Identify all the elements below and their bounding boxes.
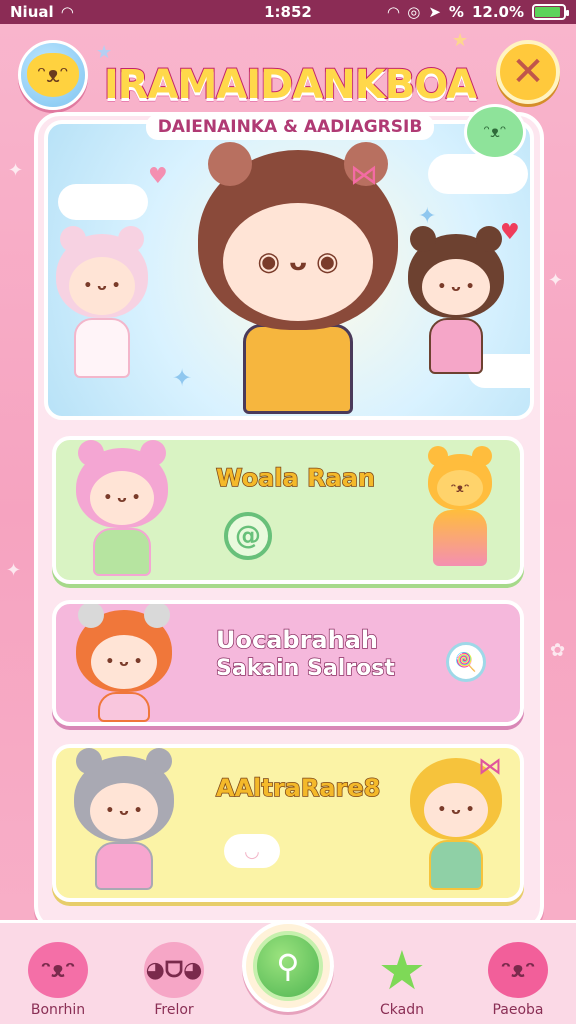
heart-icon: ♥ (148, 164, 168, 189)
bow-icon: ⋈ (478, 752, 502, 780)
status-right: ◠ ◎ ➤ % 12.0% (387, 3, 569, 21)
bottom-nav: ᵔᴥᵔ Bonrhin ◕ᗜ◕ Frelor ⚲ ★ Ckadn ᵔᴥᵔ Pae… (0, 920, 576, 1024)
app-subtitle: DAIENAINKA & AADIAGRSIB (145, 114, 435, 140)
carrier-label: Niual (10, 3, 54, 21)
at-icon: @ (224, 512, 272, 560)
list-item-2[interactable]: • ᴗ • Uocabrahah Sakain Salrost 🍭 (52, 600, 524, 726)
location-icon: ➤ (428, 3, 441, 21)
nav-label: Ckadn (380, 1002, 424, 1018)
profile-avatar-button[interactable]: ᵔᴥᵔ (18, 40, 88, 110)
magic-wand-icon: ⚲ (253, 931, 323, 1001)
row-title: Woala Raan (215, 463, 376, 492)
character-silver-hair: • ᴗ • (74, 748, 174, 890)
sparkle-icon: ✦ (172, 364, 193, 392)
close-icon: ✕ (511, 49, 545, 95)
green-bear-icon: ᵔᴥᵔ (464, 104, 526, 160)
character-blonde-bow: ⋈ • ᴗ • (410, 752, 502, 890)
sparkle-icon: ✿ (550, 640, 566, 661)
sync-icon: ◎ (407, 3, 421, 21)
nav-item-ckadn[interactable]: ★ Ckadn (354, 938, 450, 1019)
green-star-icon: ★ (377, 938, 427, 1002)
list-item-1[interactable]: • ᴗ • Woala Raan @ ᵔᴥᵔ (52, 436, 524, 584)
star-icon: ★ (452, 30, 469, 51)
signal-label: % (448, 3, 464, 21)
bow-icon: ⋈ (350, 158, 378, 191)
pink-bear-icon: ᵔᴥᵔ (28, 942, 88, 998)
center-action-button[interactable]: ⚲ (242, 920, 334, 1012)
nav-item-paeoba[interactable]: ᵔᴥᵔ Paeoba (470, 942, 566, 1018)
sparkle-icon: ✦ (548, 270, 564, 291)
row-title: Uocabrahah (215, 625, 378, 654)
lollipop-icon: 🍭 (446, 642, 486, 682)
yellow-bear-icon: ᵔᴥᵔ (27, 53, 79, 97)
pink-cat-icon: ᵔᴥᵔ (488, 942, 548, 998)
orange-cat-icon: ᵔᴥᵔ (428, 446, 492, 566)
nav-label: Paeoba (492, 1002, 544, 1018)
nav-label: Frelor (154, 1002, 194, 1018)
status-bar: Niual ◠ 1:852 ◠ ◎ ➤ % 12.0% (0, 0, 576, 24)
sparkle-icon: ✦ (8, 160, 24, 181)
character-pink-hair: • ᴗ • (56, 226, 148, 378)
character-pink-twintails: • ᴗ • (76, 440, 168, 576)
close-button[interactable]: ✕ (496, 40, 560, 104)
clock: 1:852 (264, 3, 312, 21)
hero-banner: ♥ ♥ ✦ ✦ • ᴗ • ⋈ ◉ ᴗ ◉ • ᴗ • (44, 120, 534, 420)
battery-percent: 12.0% (471, 3, 524, 21)
cloud-icon: ◡ (224, 834, 280, 868)
wifi-icon: ◠ (61, 3, 74, 21)
sparkle-icon: ✦ (6, 560, 22, 581)
character-main-brown-hair: ⋈ ◉ ᴗ ◉ (198, 142, 398, 414)
battery-icon (532, 4, 569, 20)
character-brown-bun: • ᴗ • (408, 226, 504, 374)
list-item-3[interactable]: • ᴗ • AAltraRare8 ◡ ⋈ • ᴗ • (52, 744, 524, 902)
star-icon: ★ (96, 42, 113, 63)
character-orange-hair: • ᴗ • (76, 604, 172, 722)
wifi-icon: ◠ (387, 3, 400, 21)
row-subtitle: Sakain Salrost (215, 655, 395, 682)
nav-item-bonrhin[interactable]: ᵔᴥᵔ Bonrhin (10, 942, 106, 1018)
nav-label: Bonrhin (30, 1002, 86, 1018)
title-banner: IRAMAIDANKBOA DAIENAINKA & AADIAGRSIB (100, 61, 480, 140)
pink-monster-icon: ◕ᗜ◕ (144, 942, 204, 998)
status-left: Niual ◠ (10, 3, 73, 21)
row-title: AAltraRare8 (215, 773, 381, 802)
nav-item-frelor[interactable]: ◕ᗜ◕ Frelor (126, 942, 222, 1018)
app-title: IRAMAIDANKBOA (103, 61, 478, 109)
